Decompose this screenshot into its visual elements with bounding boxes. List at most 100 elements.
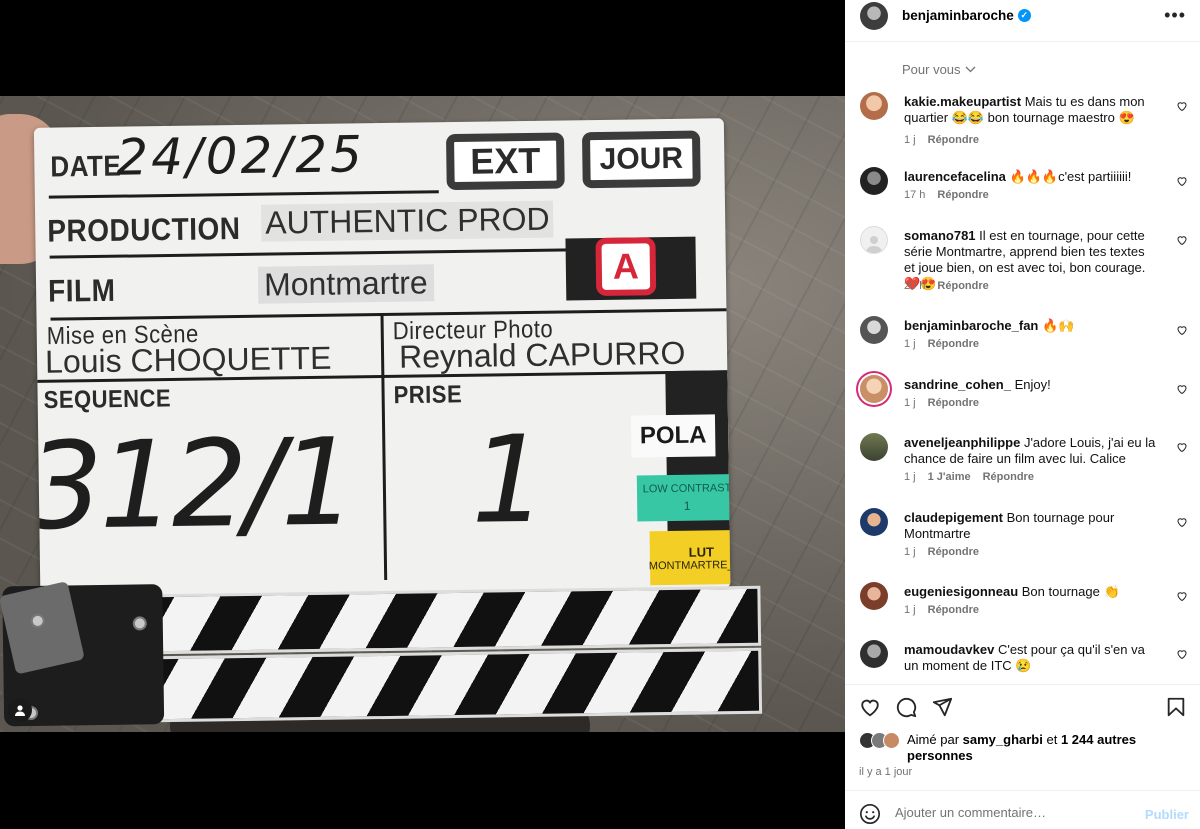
- slate-low-contrast-sticker: LOW CONTRAST 1: [636, 474, 731, 522]
- lut-text: LUT: [688, 543, 715, 560]
- sort-label[interactable]: Pour vous: [902, 62, 961, 77]
- liker-username[interactable]: samy_gharbi: [963, 732, 1043, 747]
- slate-ext-tag: EXT: [445, 132, 565, 191]
- add-comment-input[interactable]: [895, 805, 1125, 820]
- comment-username[interactable]: somano781: [904, 228, 976, 243]
- post-timestamp[interactable]: il y a 1 jour: [859, 766, 912, 778]
- comment-time[interactable]: 1 j: [904, 471, 916, 483]
- bookmark-icon[interactable]: [1165, 696, 1187, 718]
- heart-icon[interactable]: [1176, 234, 1188, 246]
- comments-list[interactable]: kakie.makeupartist Mais tu es dans mon q…: [845, 86, 1200, 684]
- liker-avatars: [859, 732, 905, 750]
- comment-username[interactable]: laurencefacelina: [904, 169, 1006, 184]
- comment-avatar[interactable]: [860, 640, 888, 668]
- slate-film-value: Montmartre: [257, 264, 434, 304]
- comment-item: aveneljeanphilippe J'adore Louis, j'ai e…: [845, 431, 1200, 489]
- comment-time[interactable]: 1 j: [904, 134, 916, 146]
- comment-text: laurencefacelina 🔥🔥🔥c'est partiiiiii!: [904, 169, 1159, 185]
- comment-time[interactable]: 1 j: [904, 338, 916, 350]
- pola-text: POLA: [639, 421, 707, 450]
- author-username[interactable]: benjaminbaroche ✓: [902, 8, 1031, 23]
- comment-username[interactable]: eugeniesigonneau: [904, 584, 1018, 599]
- publish-button[interactable]: Publier: [1145, 807, 1189, 822]
- reply-button[interactable]: Répondre: [928, 134, 979, 146]
- comment-time[interactable]: 1 j: [904, 546, 916, 558]
- slate-date-value: 24/02/25: [115, 125, 366, 187]
- slate-take-value: 1: [469, 410, 549, 551]
- comment-avatar[interactable]: [860, 167, 888, 195]
- share-icon[interactable]: [931, 696, 953, 718]
- slate-line: [48, 190, 439, 199]
- comment-avatar[interactable]: [860, 316, 888, 344]
- reply-button[interactable]: Répondre: [928, 546, 979, 558]
- reply-button[interactable]: Répondre: [983, 471, 1034, 483]
- bolt: [132, 616, 147, 631]
- heart-icon[interactable]: [1176, 175, 1188, 187]
- reply-button[interactable]: Répondre: [928, 397, 979, 409]
- user-tag-button[interactable]: [8, 698, 32, 722]
- comment-text: eugeniesigonneau Bon tournage 👏: [904, 584, 1159, 600]
- clapperboard: DATE 24/02/25 EXT JOUR PRODUCTION AUTHEN…: [0, 118, 763, 727]
- comment-avatar[interactable]: [860, 226, 888, 254]
- comment-time[interactable]: 17 h: [904, 189, 925, 201]
- comment-content: 🔥🙌: [1042, 318, 1075, 333]
- comment-text: aveneljeanphilippe J'adore Louis, j'ai e…: [904, 435, 1159, 467]
- comment-text: benjaminbaroche_fan 🔥🙌: [904, 318, 1159, 334]
- heart-icon[interactable]: [1176, 516, 1188, 528]
- more-options-button[interactable]: •••: [1164, 6, 1186, 24]
- heart-icon[interactable]: [1176, 648, 1188, 660]
- comment-avatar[interactable]: [860, 375, 888, 403]
- heart-icon[interactable]: [859, 696, 881, 718]
- heart-icon[interactable]: [1176, 383, 1188, 395]
- comment-username[interactable]: kakie.makeupartist: [904, 94, 1021, 109]
- comment-username[interactable]: aveneljeanphilippe: [904, 435, 1020, 450]
- author-username-text[interactable]: benjaminbaroche: [902, 8, 1014, 23]
- reply-button[interactable]: Répondre: [928, 338, 979, 350]
- divider: [845, 684, 1200, 685]
- comment-username[interactable]: sandrine_cohen_: [904, 377, 1011, 392]
- post-media[interactable]: DATE 24/02/25 EXT JOUR PRODUCTION AUTHEN…: [0, 0, 845, 829]
- clapper-sticks: [0, 581, 763, 727]
- comment-username[interactable]: mamoudavkev: [904, 642, 994, 657]
- reply-button[interactable]: Répondre: [937, 280, 988, 292]
- comment-avatar[interactable]: [860, 433, 888, 461]
- slate-board: DATE 24/02/25 EXT JOUR PRODUCTION AUTHEN…: [33, 118, 731, 598]
- add-comment-row: Publier: [859, 803, 1189, 827]
- emoji-icon[interactable]: [859, 803, 881, 825]
- comment-content: Bon tournage 👏: [1021, 584, 1120, 599]
- verified-badge-icon: ✓: [1017, 9, 1031, 22]
- comment-time[interactable]: 1 j: [904, 604, 916, 616]
- comment-icon[interactable]: [895, 696, 917, 718]
- comment-content: Enjoy!: [1014, 377, 1051, 392]
- comment-time[interactable]: 1 j: [904, 397, 916, 409]
- comment-text: sandrine_cohen_ Enjoy!: [904, 377, 1159, 393]
- heart-icon[interactable]: [1176, 324, 1188, 336]
- comment-avatar[interactable]: [860, 508, 888, 536]
- comment-likes-count[interactable]: 1 J'aime: [928, 471, 971, 483]
- divider: [845, 790, 1200, 791]
- comment-item: somano781 Il est en tournage, pour cette…: [845, 224, 1200, 296]
- comment-username[interactable]: claudepigement: [904, 510, 1003, 525]
- slate-director-value: Louis CHOQUETTE: [44, 339, 332, 380]
- comment-text: claudepigement Bon tournage pour Montmar…: [904, 510, 1159, 542]
- reply-button[interactable]: Répondre: [937, 189, 988, 201]
- reply-button[interactable]: Répondre: [928, 604, 979, 616]
- comment-content: 🔥🔥🔥c'est partiiiiii!: [1009, 169, 1132, 184]
- slate-line: [380, 312, 385, 378]
- comment-meta: 1 j Répondre: [904, 546, 979, 558]
- comment-avatar[interactable]: [860, 582, 888, 610]
- heart-icon[interactable]: [1176, 100, 1188, 112]
- slate-production-label: PRODUCTION: [47, 210, 241, 249]
- author-avatar[interactable]: [860, 2, 888, 30]
- more-icon: •••: [1164, 5, 1186, 25]
- comment-avatar[interactable]: [860, 92, 888, 120]
- slate-take-label: PRISE: [393, 379, 463, 409]
- comment-username[interactable]: benjaminbaroche_fan: [904, 318, 1038, 333]
- slate-sequence-label: SEQUENCE: [43, 383, 172, 414]
- liker-avatar: [883, 732, 900, 749]
- comment-time[interactable]: 20 h: [904, 280, 925, 292]
- comment-sort-dropdown[interactable]: Pour vous: [902, 62, 976, 77]
- comment-meta: 17 h Répondre: [904, 189, 989, 201]
- heart-icon[interactable]: [1176, 590, 1188, 602]
- heart-icon[interactable]: [1176, 441, 1188, 453]
